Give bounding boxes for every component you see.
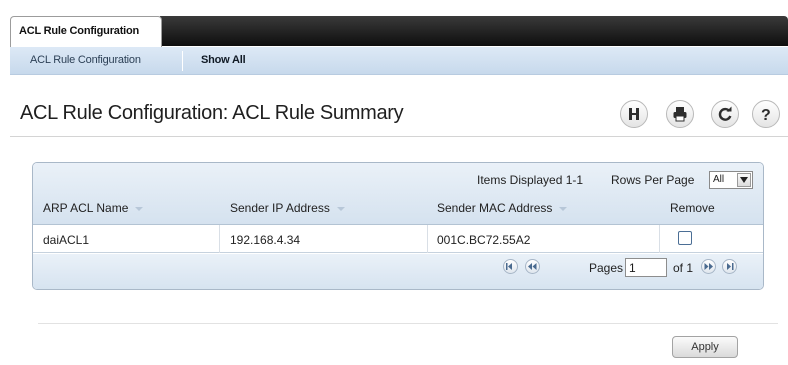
title-divider [10,136,788,137]
page-title: ACL Rule Configuration: ACL Rule Summary [20,102,404,124]
column-header-arp-acl-name[interactable]: ARP ACL Name [43,201,144,215]
sort-arrow-icon[interactable] [135,206,144,211]
last-page-icon[interactable] [722,259,737,274]
pagination-bar: Pages 1 of 1 [33,254,763,289]
cell-sender-ip: 192.168.4.34 [230,233,301,247]
pages-label: Pages [589,261,624,275]
rows-per-page-label: Rows Per Page [611,173,695,187]
rows-per-page-value: All [713,174,725,185]
items-displayed-label: Items Displayed 1-1 [477,173,584,187]
tab-acl-rule-configuration[interactable]: ACL Rule Configuration [10,16,162,47]
svg-text:?: ? [761,107,771,122]
first-page-icon[interactable] [503,259,518,274]
help-icon[interactable]: ? [752,100,780,128]
tab-strip-background [160,16,788,46]
sub-nav-divider [182,51,183,71]
total-pages-label: of 1 [673,261,694,275]
chevron-down-icon[interactable] [737,173,751,187]
footer-divider [38,323,778,324]
top-tab-bar: ACL Rule Configuration [0,0,788,48]
column-divider [219,225,220,253]
table-row: daiACL1 192.168.4.34 001C.BC72.55A2 [33,225,763,253]
column-divider [427,225,428,253]
cell-arp-acl-name: daiACL1 [43,233,90,247]
save-icon[interactable] [620,100,648,128]
print-icon[interactable] [666,100,694,128]
column-header-sender-ip[interactable]: Sender IP Address [230,201,345,215]
sub-nav-item-show-all[interactable]: Show All [201,54,246,66]
previous-page-icon[interactable] [525,259,540,274]
next-page-icon[interactable] [701,259,716,274]
column-divider [659,225,660,253]
sub-nav: ACL Rule Configuration Show All [10,47,788,75]
column-header-sender-mac[interactable]: Sender MAC Address [437,201,568,215]
remove-checkbox[interactable] [678,231,692,245]
apply-button[interactable]: Apply [672,336,738,358]
sort-arrow-icon[interactable] [559,206,568,211]
table-header: Items Displayed 1-1 Rows Per Page All AR… [33,163,763,225]
refresh-icon[interactable] [711,100,739,128]
rows-per-page-select[interactable]: All [709,171,753,189]
cell-sender-mac: 001C.BC72.55A2 [437,233,531,247]
acl-rule-table: Items Displayed 1-1 Rows Per Page All AR… [32,162,764,290]
sub-nav-item-acl-rule-configuration[interactable]: ACL Rule Configuration [30,54,141,66]
column-header-remove: Remove [670,201,715,215]
page-number-input[interactable]: 1 [625,258,667,277]
sort-arrow-icon[interactable] [336,206,345,211]
